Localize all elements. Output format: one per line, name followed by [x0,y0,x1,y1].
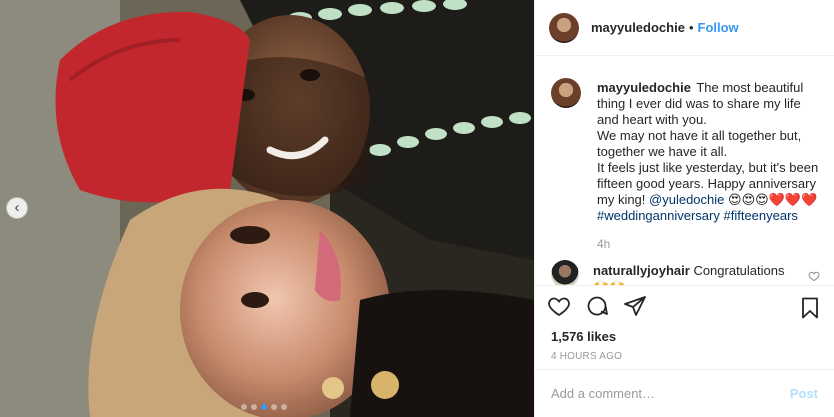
post-header: mayyuledochie • Follow [535,0,834,57]
comment-like-icon[interactable] [808,270,820,282]
author-username[interactable]: mayyuledochie [591,20,685,35]
add-comment-input[interactable] [551,386,790,402]
post-timestamp[interactable]: 4 HOURS AGO [535,348,834,369]
comment-text: Congratulations [693,263,785,279]
comment-item: naturallyjoyhair Congratulations 🙌🙌 [551,260,820,285]
caption-avatar[interactable] [551,78,581,109]
add-comment-bar: Post [535,369,834,417]
comments-section: mayyuledochie The most beautiful thing I… [535,56,834,285]
likes-count[interactable]: 1,576 likes [535,326,834,348]
bookmark-icon[interactable] [798,296,822,320]
carousel-dot [261,404,267,410]
caption-hashtag[interactable]: #weddinganniversary [597,208,720,223]
follow-button[interactable]: Follow [698,20,739,35]
action-bar [535,284,834,327]
caption-mention[interactable]: @yuledochie [649,192,724,207]
caption-time[interactable]: 4h [597,236,820,252]
author-avatar[interactable] [549,12,579,43]
carousel-dot [271,404,277,410]
carousel-dot [281,404,287,410]
caption: mayyuledochie The most beautiful thing I… [551,78,820,252]
caption-username[interactable]: mayyuledochie [597,80,691,95]
caption-line-2: We may not have it all together but, tog… [597,128,802,160]
carousel-dot [251,404,257,410]
carousel-dot [241,404,247,410]
caption-emoji: 😍😍😍❤️❤️❤️ [728,192,818,208]
commenter-username[interactable]: naturallyjoyhair [593,263,690,278]
carousel-indicator [241,404,287,410]
post-photo[interactable]: ‹ [0,0,534,417]
comment-icon[interactable] [585,294,609,318]
post-comment-button[interactable]: Post [790,386,818,401]
caption-body: mayyuledochie The most beautiful thing I… [597,80,820,252]
instagram-post: ‹ mayyuledochie • Follow mayyuledochie T… [0,0,834,417]
chevron-left-icon: ‹ [14,198,20,216]
header-separator: • [688,20,694,36]
commenter-avatar[interactable] [551,260,579,285]
share-icon[interactable] [623,294,647,318]
heart-icon[interactable] [547,294,571,318]
selfie-illustration [0,0,534,417]
post-sidebar: mayyuledochie • Follow mayyuledochie The… [534,0,834,417]
caption-hashtag[interactable]: #fifteenyears [723,208,797,223]
carousel-prev-button[interactable]: ‹ [6,197,28,219]
comment-body: naturallyjoyhair Congratulations 🙌🙌 [593,263,785,284]
